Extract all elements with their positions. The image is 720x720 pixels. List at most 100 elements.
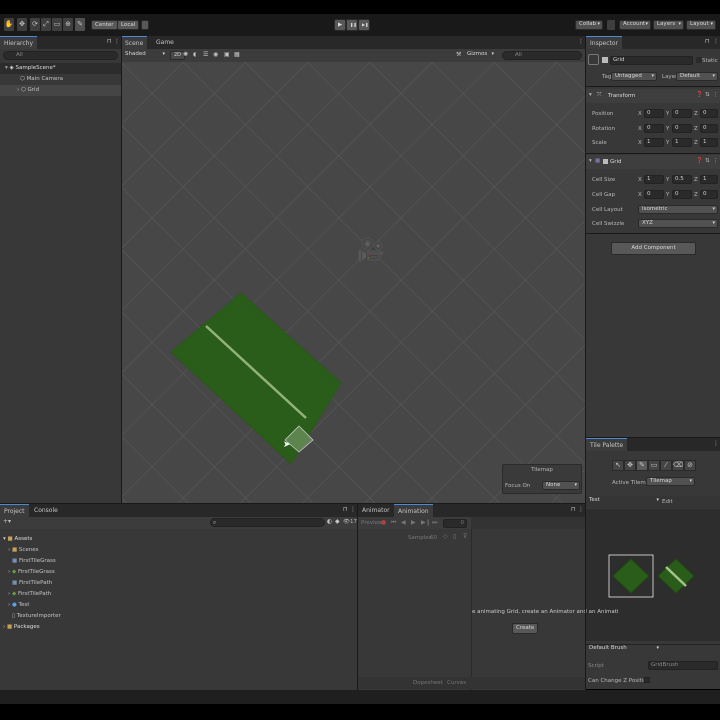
rotate-tool-icon[interactable]: ⟳ bbox=[30, 18, 40, 31]
lock-icon[interactable]: ⊓ bbox=[571, 506, 576, 513]
cell-swizzle-dropdown[interactable]: XYZ bbox=[638, 219, 718, 228]
expand-arrow-icon[interactable]: › bbox=[8, 591, 10, 597]
pivot-center-button[interactable]: Center bbox=[91, 20, 118, 30]
rotation-x-field[interactable]: 0 bbox=[644, 124, 664, 133]
menu-icon[interactable]: ⋮ bbox=[350, 506, 356, 513]
next-frame-icon[interactable]: ▶❙ bbox=[421, 519, 431, 526]
box-fill-icon[interactable]: ▭ bbox=[648, 460, 660, 471]
lock-icon[interactable]: ⊓ bbox=[705, 38, 710, 45]
collab-dropdown[interactable]: Collab bbox=[575, 20, 603, 30]
pivot-local-button[interactable]: Local bbox=[117, 20, 140, 30]
component-menu-icon[interactable]: ⋮ bbox=[713, 92, 719, 98]
project-tree-item-texture-importer[interactable]: ▯ TextureImporter bbox=[12, 611, 61, 622]
paint-brush-icon[interactable]: ✎ bbox=[636, 460, 648, 471]
brush-dropdown[interactable]: Default Brush bbox=[586, 645, 661, 654]
project-tree-item-packages[interactable]: › ■ Packages bbox=[3, 622, 40, 633]
position-y-field[interactable]: 0 bbox=[672, 109, 692, 118]
tools-icon[interactable]: ⚒ bbox=[456, 51, 461, 58]
scene-expand-icon[interactable]: ▾ bbox=[5, 65, 8, 71]
foldout-arrow-icon[interactable]: ▾ bbox=[589, 158, 592, 164]
tab-scene[interactable]: Scene bbox=[121, 36, 148, 49]
layers-dropdown[interactable]: Layers bbox=[653, 20, 684, 30]
camera-gizmo-icon[interactable]: 🎥 bbox=[357, 238, 384, 263]
record-icon[interactable]: ● bbox=[381, 519, 386, 526]
menu-icon[interactable]: ⋮ bbox=[578, 506, 584, 513]
expand-arrow-icon[interactable]: › bbox=[8, 569, 10, 575]
hand-tool-icon[interactable]: ✋ bbox=[4, 18, 14, 31]
play-button[interactable]: ▶ bbox=[334, 19, 346, 31]
palette-dropdown[interactable]: Test bbox=[586, 497, 661, 506]
edit-palette-button[interactable]: Edit bbox=[662, 499, 673, 505]
component-menu-icon[interactable]: ⋮ bbox=[713, 158, 719, 164]
hierarchy-item-main-camera[interactable]: ⬡ Main Camera bbox=[20, 74, 63, 85]
snap-settings-button[interactable] bbox=[141, 20, 149, 30]
menu-icon[interactable]: ⋮ bbox=[713, 38, 719, 45]
project-tree-item-scenes[interactable]: › ■ Scenes bbox=[8, 545, 39, 556]
fill-icon[interactable]: ⊘ bbox=[684, 460, 696, 471]
camera-settings-icon[interactable]: ▣ bbox=[224, 51, 230, 58]
hierarchy-search-input[interactable]: All bbox=[3, 51, 118, 60]
play-icon[interactable]: ▶ bbox=[411, 519, 416, 526]
rotation-z-field[interactable]: 0 bbox=[700, 124, 718, 133]
filter-by-type-icon[interactable]: ◐ bbox=[327, 518, 332, 525]
project-tree-item-tile-grass[interactable]: ▦ FirstTileGrass bbox=[12, 556, 56, 567]
cell-size-x-field[interactable]: 1 bbox=[644, 175, 664, 184]
frame-field[interactable]: 0 bbox=[443, 519, 467, 528]
transform-header[interactable]: ▾ ⤧ Transform ❓ ⇅ ⋮ bbox=[586, 89, 720, 103]
cell-gap-y-field[interactable]: 0 bbox=[672, 190, 692, 199]
add-component-button[interactable]: Add Component bbox=[611, 242, 696, 255]
project-tree-item-assets[interactable]: ▾ ■ Assets bbox=[3, 534, 32, 545]
presets-icon[interactable]: ⇅ bbox=[705, 92, 710, 98]
lock-icon[interactable]: ⊓ bbox=[343, 506, 348, 513]
scale-x-field[interactable]: 1 bbox=[644, 138, 664, 147]
can-change-z-checkbox[interactable] bbox=[644, 677, 650, 683]
focus-on-dropdown[interactable]: None bbox=[542, 481, 580, 490]
help-icon[interactable]: ❓ bbox=[696, 92, 703, 98]
project-tree-item-sprite-grass[interactable]: › ◆ FirstTileGrass bbox=[8, 567, 55, 578]
transform-tool-icon[interactable]: ⊕ bbox=[63, 18, 73, 31]
hidden-count-icon[interactable]: 👁17 bbox=[343, 519, 357, 525]
grid-component-header[interactable]: ▾ ▦ Grid ❓ ⇅ ⋮ bbox=[586, 155, 720, 169]
position-z-field[interactable]: 0 bbox=[700, 109, 718, 118]
prev-frame-icon[interactable]: ◀ bbox=[401, 519, 406, 526]
layout-dropdown[interactable]: Layout bbox=[686, 20, 716, 30]
eraser-icon[interactable]: ⌫ bbox=[672, 460, 684, 471]
scene-row[interactable]: ▾ ◈ SampleScene* bbox=[0, 63, 121, 74]
filter-icon[interactable]: ⊽ bbox=[463, 533, 467, 540]
add-keyframe-icon[interactable]: ◇ bbox=[443, 533, 448, 540]
move-tool-icon[interactable]: ✥ bbox=[624, 460, 636, 471]
position-x-field[interactable]: 0 bbox=[644, 109, 664, 118]
active-checkbox[interactable] bbox=[602, 57, 608, 63]
menu-icon[interactable]: ⋮ bbox=[578, 38, 584, 45]
custom-tool-icon[interactable]: ✎ bbox=[75, 18, 85, 31]
cell-size-y-field[interactable]: 0.5 bbox=[672, 175, 692, 184]
menu-icon[interactable]: ⋮ bbox=[713, 440, 719, 447]
expand-arrow-icon[interactable]: › bbox=[8, 602, 10, 608]
scale-z-field[interactable]: 1 bbox=[700, 138, 718, 147]
scene-search-input[interactable]: All bbox=[502, 51, 582, 60]
lighting-icon[interactable]: ✺ bbox=[183, 51, 188, 58]
tab-animator[interactable]: Animator bbox=[358, 504, 394, 517]
expand-arrow-icon[interactable]: ▾ bbox=[3, 536, 6, 542]
project-tree-item-test[interactable]: › ● Test bbox=[8, 600, 29, 611]
layer-dropdown[interactable]: Default bbox=[676, 72, 718, 81]
scene-viewport[interactable]: 🎥 ➤ bbox=[121, 62, 585, 503]
visibility-icon[interactable]: ◉ bbox=[213, 51, 218, 58]
tab-tile-palette[interactable]: Tile Palette bbox=[586, 438, 628, 451]
project-tree-item-sprite-path[interactable]: › ◆ FirstTilePath bbox=[8, 589, 51, 600]
account-dropdown[interactable]: Account bbox=[619, 20, 651, 30]
grid-toggle-icon[interactable]: ▦ bbox=[234, 51, 240, 58]
project-search-input[interactable]: ⌕ bbox=[210, 518, 325, 527]
rotation-y-field[interactable]: 0 bbox=[672, 124, 692, 133]
effects-icon[interactable]: ☰ bbox=[203, 51, 208, 58]
last-frame-icon[interactable]: ⏭ bbox=[432, 519, 437, 527]
cell-gap-x-field[interactable]: 0 bbox=[644, 190, 664, 199]
expand-arrow-icon[interactable]: › bbox=[8, 547, 10, 553]
dopesheet-tab[interactable]: Dopesheet bbox=[413, 680, 443, 686]
rect-tool-icon[interactable]: ▭ bbox=[52, 18, 62, 31]
presets-icon[interactable]: ⇅ bbox=[705, 158, 710, 164]
active-tilemap-dropdown[interactable]: Tilemap bbox=[646, 477, 695, 486]
tab-animation[interactable]: Animation bbox=[394, 504, 433, 517]
scale-y-field[interactable]: 1 bbox=[672, 138, 692, 147]
cell-layout-dropdown[interactable]: Isometric bbox=[638, 205, 718, 214]
